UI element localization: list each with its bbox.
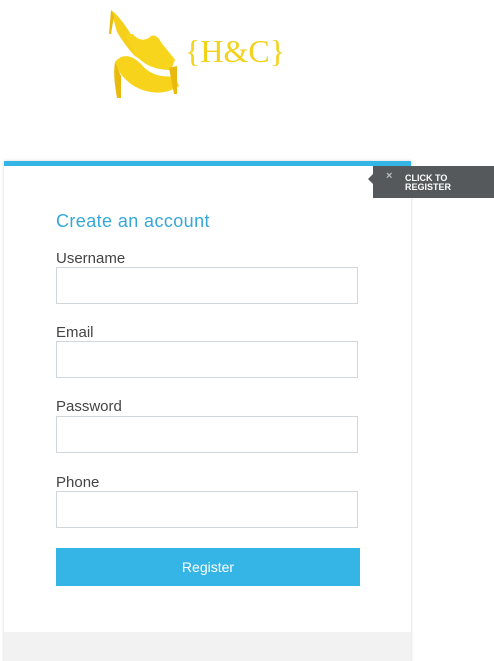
brand-logo-text: {H&C} <box>185 33 286 69</box>
email-label: Email <box>56 324 94 341</box>
page: {H&C} Create an account Username Email P… <box>0 0 494 661</box>
username-input[interactable] <box>56 267 358 304</box>
password-input[interactable] <box>56 416 358 453</box>
register-card: Create an account Username Email Passwor… <box>4 161 411 661</box>
username-label: Username <box>56 250 126 267</box>
phone-input[interactable] <box>56 491 358 528</box>
high-heel-shoe-icon <box>109 10 179 98</box>
brand-logo: {H&C} <box>105 4 315 100</box>
side-tab-label: CLICK TO REGISTER <box>405 173 452 192</box>
form-title: Create an account <box>56 211 210 231</box>
register-button[interactable]: Register <box>56 548 360 586</box>
click-to-register-tab[interactable]: × CLICK TO REGISTER <box>368 166 494 198</box>
email-input[interactable] <box>56 341 358 378</box>
tab-pointer-arrow <box>368 174 373 184</box>
password-label: Password <box>56 398 122 415</box>
close-icon[interactable]: × <box>386 170 392 182</box>
card-footer <box>4 632 411 661</box>
phone-label: Phone <box>56 474 100 491</box>
